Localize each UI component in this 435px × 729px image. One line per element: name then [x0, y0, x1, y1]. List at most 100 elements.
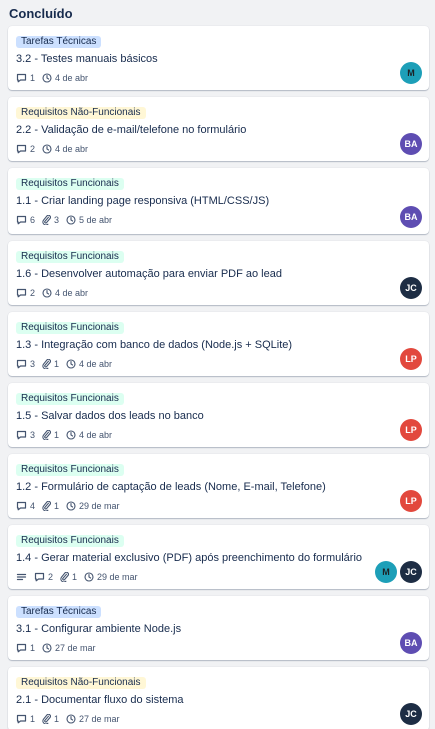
due-date-badge[interactable]: 4 de abr [42, 144, 88, 154]
comments-badge: 6 [16, 215, 35, 225]
comment-icon [16, 144, 27, 154]
attachments-badge: 1 [42, 714, 59, 724]
card-title: 1.3 - Integração com banco de dados (Nod… [16, 339, 293, 351]
comments-count: 3 [30, 430, 36, 440]
card-badges: 2 4 de abr [16, 144, 421, 154]
comment-icon [34, 572, 45, 582]
comments-count: 2 [30, 144, 36, 154]
due-date: 5 de abr [79, 215, 113, 225]
card[interactable]: Requisitos Funcionais 1.6 - Desenvolver a… [8, 241, 429, 305]
comments-badge: 1 [16, 73, 35, 83]
card[interactable]: Requisitos Funcionais 1.2 - Formulário de… [8, 454, 429, 518]
avatar[interactable]: LP [400, 490, 422, 512]
due-date: 29 de mar [97, 572, 138, 582]
due-date-badge[interactable]: 4 de abr [42, 73, 88, 83]
card-label[interactable]: Requisitos Funcionais [16, 251, 124, 263]
card-label[interactable]: Requisitos Não-Funcionais [16, 677, 146, 689]
avatar[interactable]: JC [400, 703, 422, 725]
card[interactable]: Requisitos Funcionais 1.3 - Integração co… [8, 312, 429, 376]
avatar[interactable]: BA [400, 133, 422, 155]
avatar[interactable]: M [375, 561, 397, 583]
card-badges: 2 4 de abr [16, 288, 421, 298]
due-date: 29 de mar [79, 501, 120, 511]
card-label[interactable]: Requisitos Funcionais [16, 393, 124, 405]
comments-count: 2 [48, 572, 54, 582]
clock-icon [42, 144, 52, 154]
clock-icon [66, 430, 76, 440]
due-date-badge[interactable]: 27 de mar [66, 714, 120, 724]
due-date: 4 de abr [55, 73, 89, 83]
due-date-badge[interactable]: 29 de mar [84, 572, 138, 582]
avatar[interactable]: BA [400, 632, 422, 654]
avatar[interactable]: LP [400, 419, 422, 441]
card-title: 1.2 - Formulário de captação de leads (N… [16, 481, 326, 493]
comment-icon [16, 215, 27, 225]
due-date: 27 de mar [79, 714, 120, 724]
card[interactable]: Requisitos Funcionais 1.5 - Salvar dados … [8, 383, 429, 447]
comment-icon [16, 288, 27, 298]
avatar[interactable]: JC [400, 277, 422, 299]
comments-badge: 3 [16, 359, 35, 369]
avatar[interactable]: M [400, 62, 422, 84]
comments-badge: 4 [16, 501, 35, 511]
card-badges: 3 1 4 de abr [16, 430, 421, 440]
comments-badge: 1 [16, 643, 35, 653]
avatar[interactable]: JC [400, 561, 422, 583]
card-label[interactable]: Requisitos Não-Funcionais [16, 107, 146, 119]
due-date-badge[interactable]: 4 de abr [66, 430, 112, 440]
card-badges: 2 1 29 de mar [16, 572, 421, 582]
card[interactable]: Requisitos Funcionais 1.4 - Gerar materia… [8, 525, 429, 589]
comments-count: 1 [30, 714, 36, 724]
card-title: 2.2 - Validação de e-mail/telefone no fo… [16, 124, 247, 136]
attachments-badge: 3 [42, 215, 59, 225]
comments-badge: 2 [16, 144, 35, 154]
due-date: 27 de mar [55, 643, 96, 653]
card-label[interactable]: Tarefas Técnicas [16, 606, 102, 618]
card-title: 1.1 - Criar landing page responsiva (HTM… [16, 195, 270, 207]
due-date-badge[interactable]: 4 de abr [66, 359, 112, 369]
due-date: 4 de abr [55, 288, 89, 298]
due-date-badge[interactable]: 27 de mar [42, 643, 96, 653]
attachments-count: 1 [54, 430, 60, 440]
clock-icon [42, 73, 52, 83]
paperclip-icon [42, 430, 51, 440]
card[interactable]: Requisitos Funcionais 1.1 - Criar landing… [8, 168, 429, 234]
paperclip-icon [42, 501, 51, 511]
comments-count: 6 [30, 215, 36, 225]
card-members: LP [400, 419, 422, 441]
paperclip-icon [42, 714, 51, 724]
card-title: 1.4 - Gerar material exclusivo (PDF) apó… [16, 552, 363, 564]
comments-badge: 2 [16, 288, 35, 298]
comments-count: 1 [30, 73, 36, 83]
clock-icon [66, 359, 76, 369]
card-label[interactable]: Requisitos Funcionais [16, 178, 124, 190]
column-title: Concluído [9, 6, 73, 21]
clock-icon [66, 714, 76, 724]
card[interactable]: Tarefas Técnicas 3.1 - Configurar ambient… [8, 596, 429, 660]
avatar[interactable]: LP [400, 348, 422, 370]
comment-icon [16, 359, 27, 369]
comments-badge: 3 [16, 430, 35, 440]
attachments-badge: 1 [42, 501, 59, 511]
attachments-count: 3 [54, 215, 60, 225]
card-members: JC [400, 703, 422, 725]
card-label[interactable]: Requisitos Funcionais [16, 322, 124, 334]
clock-icon [66, 215, 76, 225]
card[interactable]: Tarefas Técnicas 3.2 - Testes manuais bás… [8, 26, 429, 90]
card-label[interactable]: Tarefas Técnicas [16, 36, 102, 48]
card[interactable]: Requisitos Não-Funcionais 2.1 - Documenta… [8, 667, 429, 729]
card-title: 3.1 - Configurar ambiente Node.js [16, 623, 182, 635]
due-date-badge[interactable]: 5 de abr [66, 215, 112, 225]
card-label[interactable]: Requisitos Funcionais [16, 464, 124, 476]
paperclip-icon [42, 359, 51, 369]
comment-icon [16, 714, 27, 724]
avatar[interactable]: BA [400, 206, 422, 228]
comment-icon [16, 430, 27, 440]
card-members: BA [400, 133, 422, 155]
card-members: LP [400, 348, 422, 370]
card-label[interactable]: Requisitos Funcionais [16, 535, 124, 547]
due-date-badge[interactable]: 29 de mar [66, 501, 120, 511]
due-date-badge[interactable]: 4 de abr [42, 288, 88, 298]
card-badges: 1 1 27 de mar [16, 714, 421, 724]
card[interactable]: Requisitos Não-Funcionais 2.2 - Validação… [8, 97, 429, 161]
